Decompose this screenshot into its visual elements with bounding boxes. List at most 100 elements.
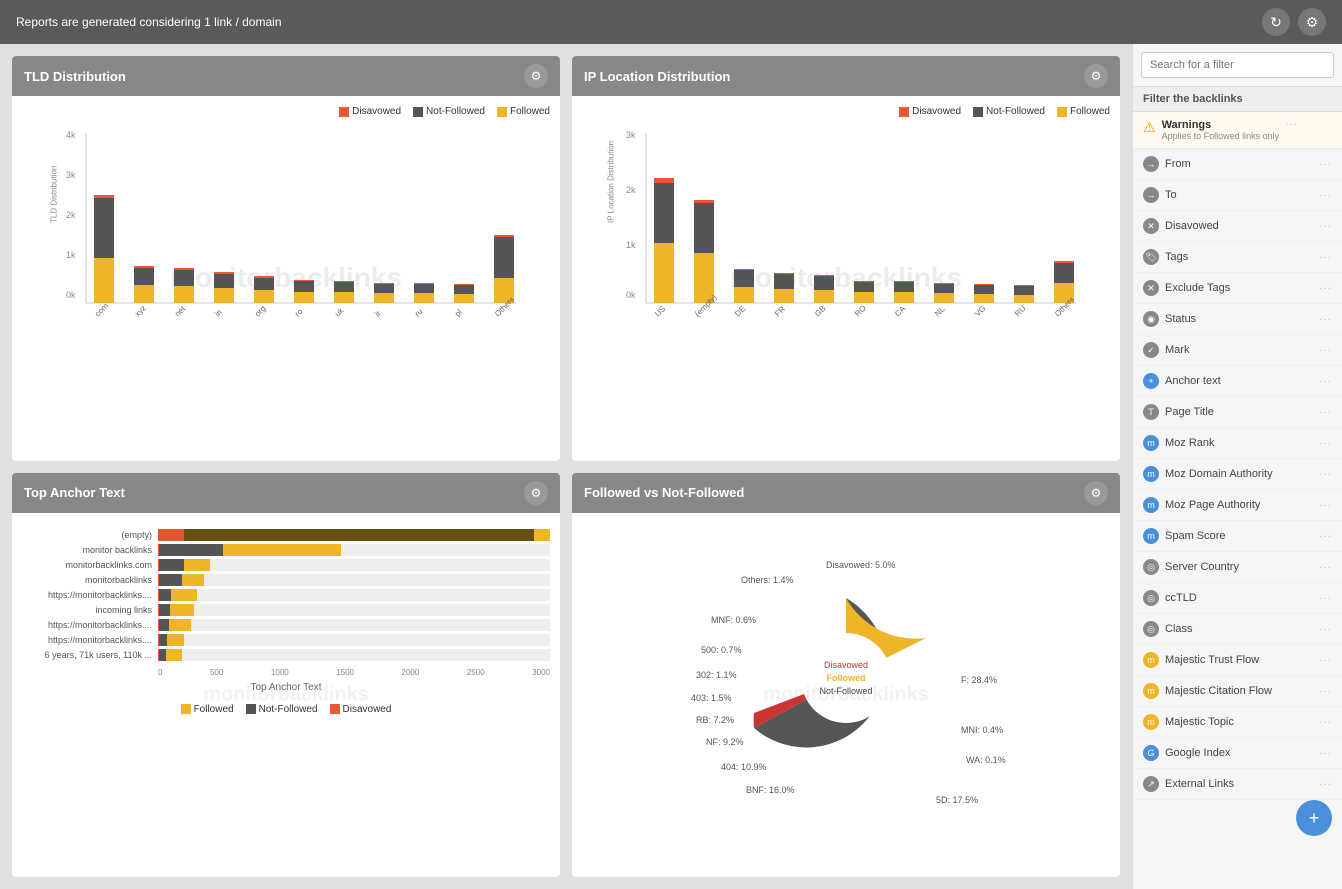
moz-page-icon: m [1143,497,1159,513]
svg-text:3k: 3k [66,170,76,180]
filter-title: Filter the backlinks [1133,87,1342,112]
svg-text:NF: 9.2%: NF: 9.2% [706,737,744,747]
filter-item-external-links[interactable]: ↗ External Links ··· [1133,769,1342,800]
svg-text:F: 28.4%: F: 28.4% [961,675,997,685]
svg-text:Disavowed: Disavowed [824,660,868,670]
svg-text:1k: 1k [66,250,76,260]
legend-disavowed: Disavowed [339,106,401,117]
ip-card-title: IP Location Distribution [584,69,730,84]
filter-item-cctld[interactable]: ◎ ccTLD ··· [1133,583,1342,614]
svg-text:500: 0.7%: 500: 0.7% [701,645,742,655]
tld-chart: Disavowed Not-Followed Followed [22,106,550,451]
warning-title: Warnings [1162,119,1280,131]
filter-item-mark[interactable]: ✓ Mark ··· [1133,335,1342,366]
anchor-gear-button[interactable]: ⚙ [524,481,548,505]
filter-item-to[interactable]: → To ··· [1133,180,1342,211]
tld-card-body: monitorbacklinks Disavowed Not-Followed [12,96,560,461]
sync-button[interactable]: ↻ [1262,8,1290,36]
svg-text:MNF: 0.6%: MNF: 0.6% [711,615,756,625]
filter-item-google-index[interactable]: G Google Index ··· [1133,738,1342,769]
svg-text:CA: CA [893,304,908,319]
hbar-row-https2: https://monitorbacklinks.... [22,619,550,631]
tld-gear-button[interactable]: ⚙ [524,64,548,88]
followed-gear-button[interactable]: ⚙ [1084,481,1108,505]
anchor-hbar-chart: (empty) monitor backlinks [22,523,550,721]
anchor-legend: Followed Not-Followed Disavowed [22,704,550,715]
followed-card: Followed vs Not-Followed ⚙ monitorbackli… [572,473,1120,878]
filter-item-page-title[interactable]: T Page Title ··· [1133,397,1342,428]
tags-icon: 🏷 [1143,249,1159,265]
svg-text:2k: 2k [66,210,76,220]
tld-card-title: TLD Distribution [24,69,126,84]
filter-item-majestic-topic[interactable]: m Majestic Topic ··· [1133,707,1342,738]
sidebar-search-container [1133,44,1342,87]
filter-label-google-index: Google Index [1165,747,1313,759]
filter-item-moz-spam[interactable]: m Spam Score ··· [1133,521,1342,552]
svg-text:org: org [253,304,268,319]
filter-item-from[interactable]: → From ··· [1133,149,1342,180]
main-layout: TLD Distribution ⚙ monitorbacklinks Disa… [0,44,1342,889]
followed-card-header: Followed vs Not-Followed ⚙ [572,473,1120,513]
filter-label-exclude-tags: Exclude Tags [1165,282,1313,294]
filter-search-input[interactable] [1141,52,1334,78]
filter-label-anchor-text: Anchor text [1165,375,1313,387]
filter-item-exclude-tags[interactable]: ✕ Exclude Tags ··· [1133,273,1342,304]
filter-item-class[interactable]: ◎ Class ··· [1133,614,1342,645]
top-bar-actions: ↻ ⚙ [1262,8,1326,36]
anchor-card: Top Anchor Text ⚙ monitorbacklinks (empt… [12,473,560,878]
filter-item-majestic-citation[interactable]: m Majestic Citation Flow ··· [1133,676,1342,707]
svg-text:RO: RO [853,304,868,319]
filter-item-moz-rank[interactable]: m Moz Rank ··· [1133,428,1342,459]
filter-item-tags[interactable]: 🏷 Tags ··· [1133,242,1342,273]
svg-text:1k: 1k [626,240,636,250]
status-icon: ◉ [1143,311,1159,327]
hbar-row-monitorbacklinks: monitorbacklinks [22,574,550,586]
filter-item-status[interactable]: ◉ Status ··· [1133,304,1342,335]
hbar-row-monitorbacklinkscom: monitorbacklinks.com [22,559,550,571]
hbar-row-https1: https://monitorbacklinks.... [22,589,550,601]
to-icon: → [1143,187,1159,203]
filter-label-to: To [1165,189,1313,201]
mark-icon: ✓ [1143,342,1159,358]
filter-label-moz-domain: Moz Domain Authority [1165,468,1313,480]
ip-gear-button[interactable]: ⚙ [1084,64,1108,88]
anchor-text-icon: + [1143,373,1159,389]
followed-card-title: Followed vs Not-Followed [584,485,744,500]
moz-rank-icon: m [1143,435,1159,451]
svg-text:RU: RU [1013,304,1028,319]
hbar-row-https3: https://monitorbacklinks.... [22,634,550,646]
filter-item-majestic-trust[interactable]: m Majestic Trust Flow ··· [1133,645,1342,676]
svg-text:404: 10.9%: 404: 10.9% [721,762,767,772]
filter-label-tags: Tags [1165,251,1313,263]
svg-text:Not-Followed: Not-Followed [819,686,872,696]
anchor-card-header: Top Anchor Text ⚙ [12,473,560,513]
filter-item-server-country[interactable]: ◎ Server Country ··· [1133,552,1342,583]
from-icon: → [1143,156,1159,172]
filter-item-moz-domain[interactable]: m Moz Domain Authority ··· [1133,459,1342,490]
svg-text:Others: 1.4%: Others: 1.4% [741,575,794,585]
filter-button[interactable]: ⚙ [1298,8,1326,36]
filter-item-moz-page[interactable]: m Moz Page Authority ··· [1133,490,1342,521]
fab-button[interactable]: + [1296,800,1332,836]
moz-domain-icon: m [1143,466,1159,482]
class-icon: ◎ [1143,621,1159,637]
filter-item-disavowed[interactable]: ✕ Disavowed ··· [1133,211,1342,242]
svg-text:ru: ru [413,307,424,318]
ip-card-body: monitorbacklinks Disavowed Not-Followed [572,96,1120,461]
hbar-row-6years: 6 years, 71k users, 110k ... [22,649,550,661]
svg-text:net: net [173,304,188,319]
legend-followed: Followed [497,106,550,117]
tld-bar-svg: 4k 3k 2k 1k 0k com [22,123,550,323]
svg-text:ro: ro [293,307,305,319]
legend-not-followed: Not-Followed [413,106,485,117]
fab-container: + [1133,800,1342,836]
ip-card-header: IP Location Distribution ⚙ [572,56,1120,96]
anchor-x-axis-label: Top Anchor Text [22,682,550,693]
ip-chart: Disavowed Not-Followed Followed 3k [582,106,1110,451]
ip-legend-disavowed: Disavowed [899,106,961,117]
filter-label-class: Class [1165,623,1313,635]
svg-text:Disavowed: 5.0%: Disavowed: 5.0% [826,560,896,570]
filter-item-anchor-text[interactable]: + Anchor text ··· [1133,366,1342,397]
ip-legend: Disavowed Not-Followed Followed [582,106,1110,117]
svg-text:VG: VG [973,304,988,319]
